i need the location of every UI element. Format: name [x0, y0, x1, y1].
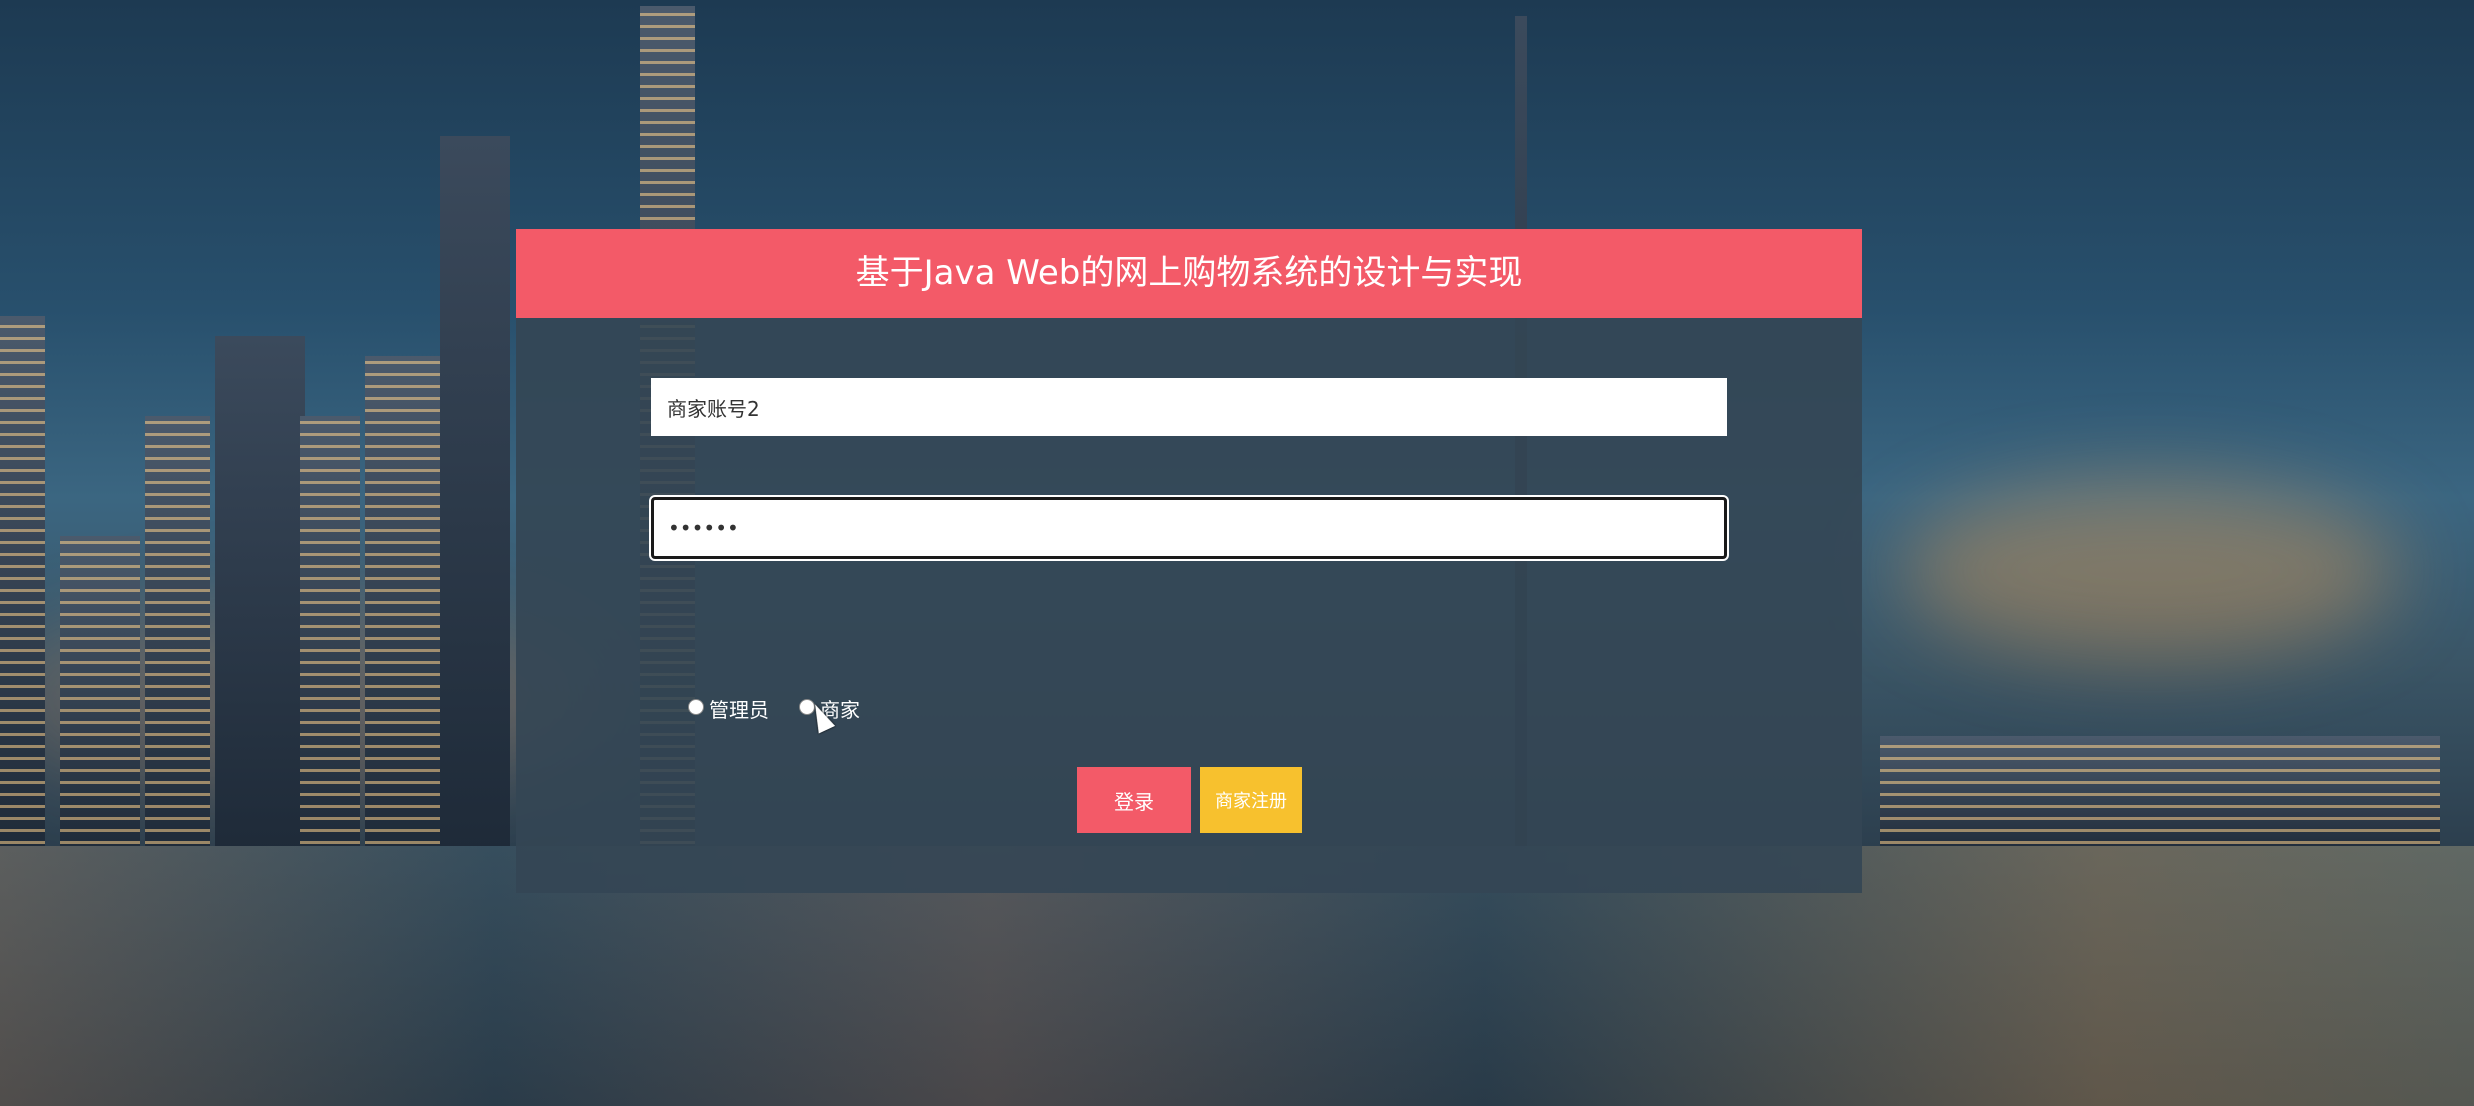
- background-building: [440, 136, 510, 856]
- role-option-admin[interactable]: 管理员: [688, 694, 769, 723]
- password-input[interactable]: [651, 497, 1727, 559]
- radio-icon[interactable]: [688, 698, 704, 715]
- login-page: 基于Java Web的网上购物系统的设计与实现 管理员 商家 登录 商家注册: [0, 0, 2474, 1106]
- background-building: [60, 536, 140, 856]
- background-building: [145, 416, 210, 856]
- background-building: [0, 316, 45, 856]
- login-panel: 基于Java Web的网上购物系统的设计与实现 管理员 商家 登录 商家注册: [516, 229, 1862, 893]
- role-label-admin: 管理员: [709, 698, 769, 722]
- role-radio-group: 管理员 商家: [688, 694, 890, 723]
- background-glow: [1900, 480, 2400, 660]
- background-building: [215, 336, 305, 856]
- page-title: 基于Java Web的网上购物系统的设计与实现: [516, 229, 1862, 318]
- merchant-register-button[interactable]: 商家注册: [1200, 767, 1302, 833]
- background-building: [300, 416, 360, 856]
- background-building: [1880, 736, 2440, 856]
- login-button[interactable]: 登录: [1077, 767, 1191, 833]
- username-input[interactable]: [651, 378, 1727, 436]
